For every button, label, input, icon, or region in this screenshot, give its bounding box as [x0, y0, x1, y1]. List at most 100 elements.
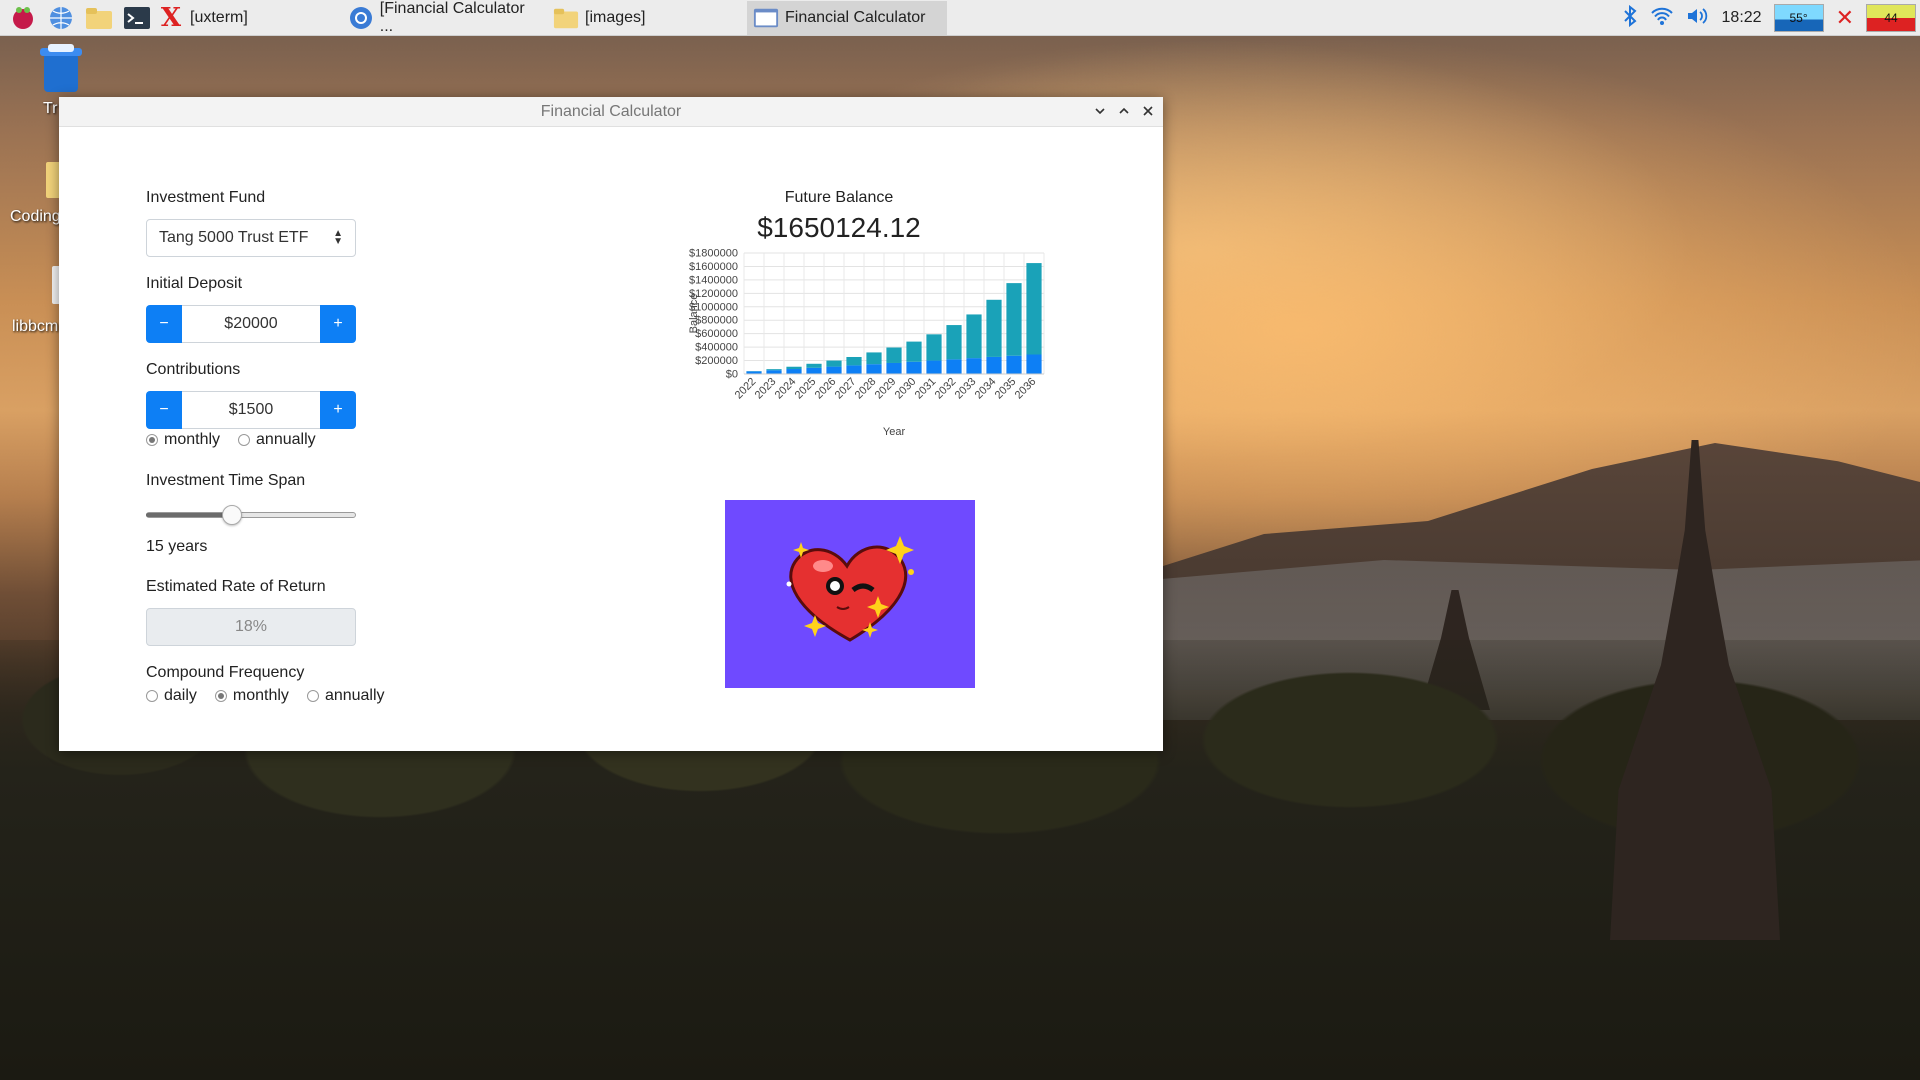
chart-bar-2032-s0 [946, 359, 962, 374]
cpu-load-value: 44 [1884, 11, 1898, 25]
window-title: Financial Calculator [540, 102, 682, 120]
slider-thumb[interactable] [222, 505, 243, 525]
contributions-stepper: − $1500 + [146, 391, 356, 429]
bluetooth-icon[interactable] [1622, 4, 1638, 32]
x-tick-label: 2030 [893, 376, 919, 402]
contribution-annually-radio[interactable]: annually [238, 431, 316, 449]
x-tick-label: 2034 [973, 376, 999, 402]
chart-bar-2030-s1 [906, 341, 922, 362]
network-disconnected-icon[interactable]: ✕ [1836, 5, 1854, 31]
x-tick-label: 2024 [773, 376, 799, 402]
compound-frequency-label: Compound Frequency [146, 664, 305, 681]
window-titlebar[interactable]: Financial Calculator [59, 97, 1163, 127]
wifi-icon[interactable] [1650, 6, 1674, 31]
contribution-input[interactable]: $1500 [182, 391, 320, 429]
radio-selected-icon [146, 434, 158, 446]
chart-bar-2023-s0 [766, 370, 782, 374]
chart-bar-2034-s1 [986, 299, 1002, 357]
compound-annually-radio[interactable]: annually [306, 687, 385, 705]
chart-bar-2029-s1 [886, 347, 902, 363]
cpu-temperature-monitor[interactable]: 55° [1773, 4, 1824, 32]
volume-icon[interactable] [1686, 6, 1710, 31]
task-label: Financial Calculator [785, 8, 926, 26]
raspberry-menu-icon[interactable] [8, 3, 38, 33]
trash-icon [21, 44, 101, 99]
x-tick-label: 2031 [913, 376, 939, 402]
x-tick-label: 2026 [813, 376, 839, 402]
y-tick-label: $400000 [695, 342, 738, 354]
chart-bar-2024-s0 [786, 369, 802, 374]
contribution-monthly-radio[interactable]: monthly [146, 431, 220, 449]
time-span-label: Investment Time Span [146, 472, 306, 489]
compound-daily-radio[interactable]: daily [146, 687, 197, 705]
task-label: [Financial Calculator ... [379, 0, 525, 35]
task-financial-calculator-browser[interactable]: [Financial Calculator ... [342, 0, 547, 35]
chart-bar-2035-s0 [1006, 355, 1022, 374]
investment-fund-select[interactable]: Tang 5000 Trust ETF ▲ ▼ [146, 219, 356, 257]
contributions-label: Contributions [146, 361, 241, 378]
heart-sticker-image [725, 500, 975, 688]
contribution-increment-button[interactable]: + [320, 391, 356, 429]
time-span-slider[interactable] [146, 505, 356, 525]
task-financial-calculator[interactable]: Financial Calculator [747, 0, 947, 35]
x-terminal-icon: X [160, 2, 182, 33]
radio-label: monthly [232, 687, 289, 704]
chart-bar-2031-s0 [926, 360, 942, 374]
y-tick-label: $800000 [695, 315, 738, 327]
minimize-icon[interactable] [1093, 101, 1107, 121]
financial-calculator-window: Financial Calculator Investment Fund Tan… [59, 97, 1163, 751]
y-axis-title: Balance [688, 294, 700, 334]
y-tick-label: $1600000 [689, 261, 738, 273]
chart-bar-2028-s1 [866, 352, 882, 365]
terminal-icon[interactable] [122, 3, 152, 33]
task-label: [uxterm] [190, 8, 248, 26]
x-tick-label: 2029 [873, 376, 899, 402]
compound-monthly-radio[interactable]: monthly [214, 687, 289, 705]
y-tick-label: $200000 [695, 355, 738, 367]
deposit-input[interactable]: $20000 [182, 305, 320, 343]
chart-bar-2032-s1 [946, 325, 962, 360]
x-tick-label: 2028 [853, 376, 879, 402]
radio-unselected-icon [146, 690, 158, 702]
chart-bar-2026-s0 [826, 366, 842, 374]
deposit-decrement-button[interactable]: − [146, 305, 182, 343]
chart-bar-2033-s1 [966, 314, 982, 359]
investment-fund-value: Tang 5000 Trust ETF [159, 229, 309, 246]
cpu-temp-value: 55° [1789, 11, 1808, 25]
task-images[interactable]: [images] [547, 1, 747, 35]
x-axis-title: Year [883, 426, 906, 438]
cpu-load-monitor[interactable]: 44 [1866, 4, 1916, 32]
x-tick-label: 2027 [833, 376, 859, 402]
task-label: [images] [585, 8, 646, 26]
deposit-increment-button[interactable]: + [320, 305, 356, 343]
contribution-decrement-button[interactable]: − [146, 391, 182, 429]
chart-bar-2028-s0 [866, 364, 882, 374]
y-tick-label: $600000 [695, 328, 738, 340]
chart-bar-2029-s0 [886, 362, 902, 374]
compound-frequency-group: daily monthly annually [146, 687, 403, 705]
chart-bar-2036-s0 [1026, 354, 1042, 374]
web-browser-icon[interactable] [46, 3, 76, 33]
y-tick-label: $0 [726, 369, 738, 381]
chart-bar-2031-s1 [926, 334, 942, 361]
close-icon[interactable] [1141, 101, 1155, 121]
chart-bar-2034-s0 [986, 356, 1002, 374]
desktop-icon-trash[interactable]: Tr [21, 44, 101, 117]
clock[interactable]: 18:22 [1722, 9, 1762, 27]
x-tick-label: 2025 [793, 376, 819, 402]
future-balance-label: Future Balance [784, 189, 894, 206]
system-tray: 18:22 55° ✕ 44 [1622, 0, 1920, 36]
desktop-icon-label: libbcm [12, 318, 59, 335]
chart-bar-2025-s1 [806, 363, 822, 368]
task-uxterm[interactable]: X [uxterm] [152, 1, 342, 35]
window-icon [753, 5, 779, 31]
maximize-icon[interactable] [1117, 101, 1131, 121]
x-tick-label: 2035 [993, 376, 1019, 402]
file-manager-icon[interactable] [84, 3, 114, 33]
investment-fund-label: Investment Fund [146, 189, 266, 206]
chart-bar-2033-s0 [966, 358, 982, 374]
slider-fill [146, 513, 233, 517]
rate-of-return-label: Estimated Rate of Return [146, 578, 326, 595]
chart-bar-2027-s0 [846, 365, 862, 374]
initial-deposit-stepper: − $20000 + [146, 305, 356, 343]
